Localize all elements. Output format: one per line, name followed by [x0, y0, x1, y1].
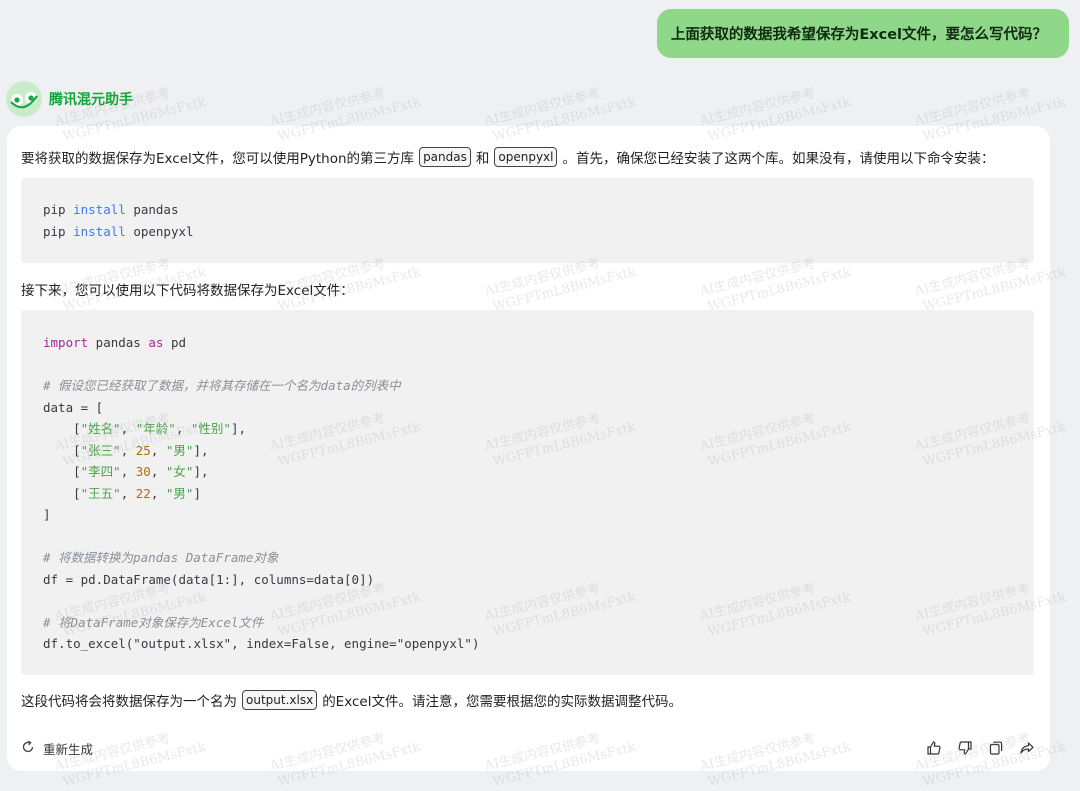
thumbs-down-icon[interactable] — [955, 739, 974, 758]
code-line: pip install pandas — [43, 199, 178, 221]
code-token: "李四" — [80, 464, 121, 479]
user-message: 上面获取的数据我希望保存为Excel文件，要怎么写代码？ — [656, 9, 1069, 58]
message-actions: 重新生成 — [21, 738, 1036, 758]
refresh-icon — [21, 739, 35, 757]
code-token: install — [73, 202, 126, 217]
code-line: import pandas as pd — [43, 332, 186, 354]
code-token: "男" — [165, 485, 194, 501]
code-token: "姓名" — [80, 421, 121, 436]
code-line: ["李四", 30, "女"], — [43, 464, 209, 479]
outro-text-part: 的Excel文件。请注意，您需要根据您的实际数据调整代码。 — [322, 694, 682, 710]
answer-card: 要将获取的数据保存为Excel文件，您可以使用Python的第三方库 panda… — [7, 126, 1050, 771]
copy-icon[interactable] — [986, 739, 1005, 758]
thumbs-up-icon[interactable] — [924, 739, 943, 758]
code-token: pandas — [125, 202, 179, 217]
python-code-block: import pandas as pd # 假设您已经获取了数据，并将其存储在一… — [21, 310, 1034, 675]
code-token: "男" — [165, 442, 194, 458]
intro-text-part: 。首先，确保您已经安装了这两个库。如果没有，请使用以下命令安装： — [562, 151, 995, 167]
outro-text-part: 这段代码将会将数据保存为一个名为 — [21, 694, 237, 710]
code-token: as — [148, 335, 164, 350]
install-code-block: pip install pandas pip install openpyxl — [21, 178, 1034, 263]
code-comment: # 将数据转换为pandas DataFrame对象 — [43, 550, 279, 565]
code-line: df.to_excel("output.xlsx", index=False, … — [43, 636, 480, 651]
bot-logo-icon — [6, 81, 42, 117]
bot-name: 腾讯混元助手 — [49, 92, 133, 108]
regenerate-label: 重新生成 — [43, 741, 94, 757]
code-token: "女" — [165, 464, 194, 479]
code-token: install — [73, 223, 126, 239]
code-token: pip — [43, 223, 74, 239]
code-comment: # 假设您已经获取了数据，并将其存储在一个名为data的列表中 — [43, 378, 401, 393]
next-text-content: 接下来，您可以使用以下代码将数据保存为Excel文件： — [21, 283, 354, 299]
share-icon[interactable] — [1017, 739, 1036, 758]
watermark-line: AI生成内容仅供参考 — [483, 86, 603, 130]
code-token: "张三" — [80, 442, 121, 458]
code-token: openpyxl — [125, 223, 194, 239]
watermark-line: AI生成内容仅供参考 — [698, 86, 818, 130]
intro-text: 要将获取的数据保存为Excel文件，您可以使用Python的第三方库 panda… — [21, 147, 994, 167]
code-token: pd — [163, 335, 187, 350]
intro-and: 和 — [475, 151, 490, 167]
code-token: 22 — [135, 485, 151, 501]
code-token: "王五" — [80, 485, 121, 501]
intro-text-part: 要将获取的数据保存为Excel文件，您可以使用Python的第三方库 — [21, 151, 415, 167]
watermark-line: AI生成内容仅供参考 — [913, 86, 1033, 130]
next-text: 接下来，您可以使用以下代码将数据保存为Excel文件： — [21, 279, 354, 299]
inline-code-openpyxl: openpyxl — [494, 147, 558, 167]
code-line: data = [ — [43, 399, 104, 415]
watermark-line: AI生成内容仅供参考 — [268, 86, 388, 130]
code-token: pandas — [88, 335, 149, 350]
code-token: "性别" — [190, 421, 231, 436]
code-line: ] — [43, 507, 51, 522]
user-message-text: 上面获取的数据我希望保存为Excel文件，要怎么写代码？ — [670, 27, 1047, 43]
code-token: 30 — [135, 464, 151, 479]
code-token: 25 — [135, 442, 151, 458]
bot-header: 腾讯混元助手 — [6, 81, 133, 117]
code-line: ["姓名", "年龄", "性别"], — [43, 421, 247, 436]
code-line: df = pd.DataFrame(data[1:], columns=data… — [43, 571, 375, 587]
regenerate-button[interactable]: 重新生成 — [21, 739, 93, 758]
feedback-icons — [924, 739, 1036, 758]
code-token: "年龄" — [135, 421, 176, 436]
code-line: ["张三", 25, "男"], — [43, 442, 209, 458]
code-token: import — [43, 335, 89, 350]
code-line: pip install openpyxl — [43, 221, 194, 243]
inline-code-pandas: pandas — [419, 147, 471, 167]
code-comment: # 将DataFrame对象保存为Excel文件 — [43, 614, 264, 630]
code-token: pip — [43, 202, 74, 217]
outro-text: 这段代码将会将数据保存为一个名为 output.xlsx 的Excel文件。请注… — [21, 690, 682, 710]
inline-code-filename: output.xlsx — [242, 690, 318, 710]
code-line: ["王五", 22, "男"] — [43, 485, 201, 501]
